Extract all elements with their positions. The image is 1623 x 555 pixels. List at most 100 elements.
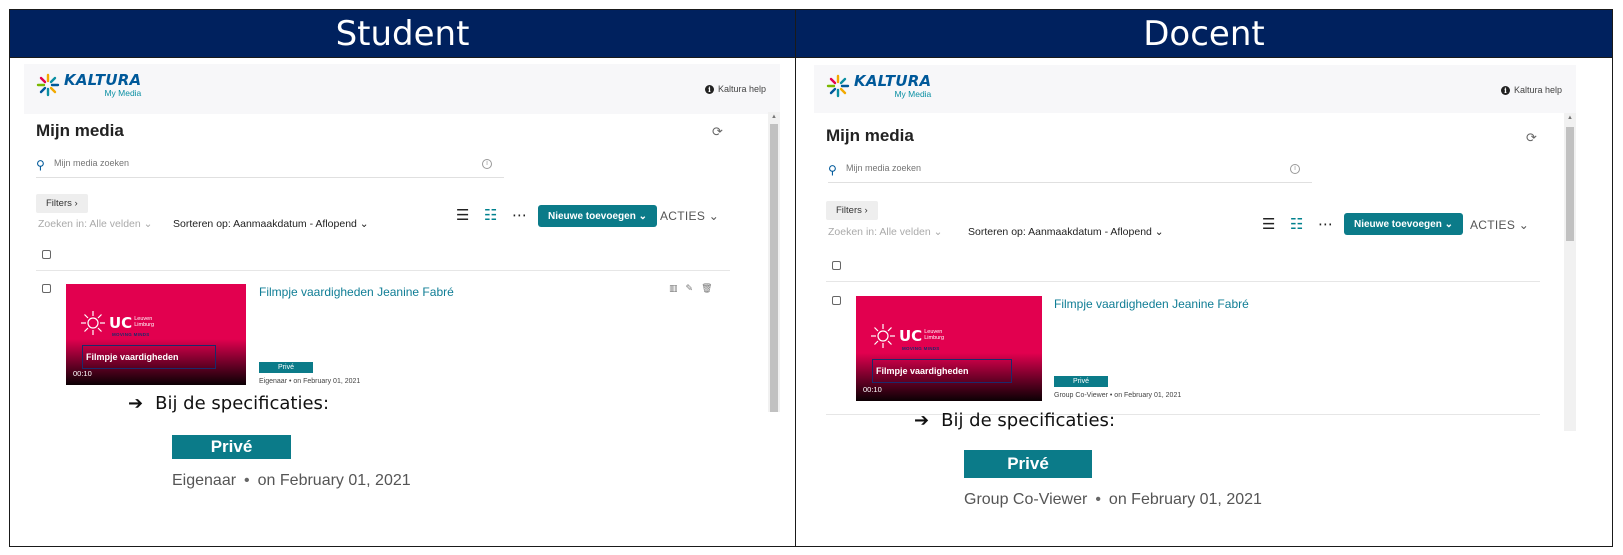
chevron-down-icon: ⌄ (638, 210, 647, 222)
nieuwe-toevoegen-button[interactable]: Nieuwe toevoegen ⌄ (538, 205, 657, 227)
select-all-checkbox[interactable] (42, 250, 51, 259)
sorteren-dropdown[interactable]: Sorteren op: Aanmaakdatum - Aflopend ⌄ (173, 218, 369, 230)
zoeken-in-dropdown[interactable]: Zoeken in: Alle velden ⌄ (38, 218, 152, 230)
spec-label: Bij de specificaties: (155, 393, 330, 414)
chevron-down-icon: ⌄ (1444, 218, 1453, 230)
select-all-checkbox[interactable] (832, 261, 841, 270)
info-icon: i (704, 84, 714, 94)
help-label: Kaltura help (717, 84, 766, 94)
kaltura-help-link[interactable]: i Kaltura help (704, 84, 766, 94)
nieuwe-toevoegen-button[interactable]: Nieuwe toevoegen ⌄ (1344, 213, 1463, 235)
top-bar: KALTURA My Media i Kaltura help (814, 65, 1576, 113)
entry-meta: Group Co-Viewer • on February 01, 2021 (1054, 392, 1182, 399)
filters-button[interactable]: Filters › (36, 194, 88, 213)
search-bar: ⚲ i (828, 161, 1312, 183)
list-view-icon[interactable]: ☰ (1262, 215, 1275, 233)
filters-button[interactable]: Filters › (826, 201, 878, 220)
search-input[interactable] (54, 158, 354, 168)
scrollbar[interactable]: ▲ (1564, 113, 1576, 431)
search-icon: ⚲ (828, 163, 837, 177)
entry-thumbnail[interactable]: UC Leuven Limburg MOVING MINDS Filmpje va… (66, 284, 246, 385)
entry-date: on February 01, 2021 (293, 378, 361, 385)
search-info-icon[interactable]: i (1290, 164, 1300, 174)
privacy-badge-large: Privé (964, 450, 1092, 478)
refresh-icon[interactable]: ⟳ (712, 125, 723, 140)
entry-title-link[interactable]: Filmpje vaardigheden Jeanine Fabré (259, 285, 454, 299)
thumb-title: Filmpje vaardigheden (872, 359, 1012, 383)
uc-mark: UC (109, 314, 133, 332)
page-title: Mijn media (36, 121, 124, 140)
spec-role: Eigenaar (172, 472, 237, 489)
grid-view-icon[interactable]: ⋯ (512, 206, 527, 224)
uc-sub2: Limburg (134, 322, 155, 328)
scrollbar-thumb[interactable] (770, 124, 778, 412)
search-info-icon[interactable]: i (482, 159, 492, 169)
chevron-down-icon: ⌄ (1154, 226, 1164, 238)
delete-icon[interactable]: 🗑 (701, 284, 720, 294)
filters-label: Filters (836, 205, 862, 216)
acties-dropdown[interactable]: ACTIES ⌄ (660, 209, 719, 223)
sorteren-label: Sorteren op: Aanmaakdatum - Aflopend (968, 226, 1152, 238)
detailed-view-icon[interactable]: ☷ (1290, 215, 1303, 233)
chevron-down-icon: ⌄ (933, 226, 943, 238)
spec-label: Bij de specificaties: (941, 410, 1116, 431)
kaltura-logo[interactable]: KALTURA My Media (36, 73, 141, 98)
info-icon: i (1500, 85, 1510, 95)
panel-header: Student (10, 10, 795, 58)
moving-minds: MOVING MINDS (902, 346, 940, 351)
spec-role: Group Co-Viewer (964, 491, 1088, 508)
panel-student: Student KALTURA My Media i Kaltura help … (10, 10, 796, 546)
row-actions: ▥✎🗑 (669, 284, 721, 294)
entry-role: Group Co-Viewer (1054, 392, 1108, 399)
duration: 00:10 (863, 385, 882, 394)
brand-name: KALTURA (854, 72, 932, 90)
kaltura-help-link[interactable]: i Kaltura help (1500, 85, 1562, 95)
nieuwe-label: Nieuwe toevoegen (548, 210, 636, 222)
scroll-up-icon[interactable]: ▲ (768, 112, 780, 122)
kaltura-screenshot: KALTURA My Media i Kaltura help ▲ Mijn m… (24, 64, 780, 412)
divider (826, 281, 1540, 282)
scrollbar[interactable]: ▲ (768, 112, 780, 412)
search-input[interactable] (846, 163, 1146, 173)
list-view-icon[interactable]: ☰ (456, 206, 469, 224)
sorteren-dropdown[interactable]: Sorteren op: Aanmaakdatum - Aflopend ⌄ (968, 226, 1164, 238)
spec-date: on February 01, 2021 (257, 472, 411, 489)
brand-subtitle: My Media (894, 89, 932, 99)
refresh-icon[interactable]: ⟳ (1526, 131, 1537, 146)
row-checkbox[interactable] (42, 284, 51, 293)
kaltura-logo[interactable]: KALTURA My Media (826, 74, 931, 99)
brand-subtitle: My Media (104, 88, 142, 98)
uc-sunburst-icon (871, 324, 895, 348)
uc-sub2: Limburg (924, 335, 945, 341)
acties-label: ACTIES (660, 209, 706, 223)
privacy-badge: Privé (1054, 376, 1108, 387)
panel-docent: Docent KALTURA My Media i Kaltura help ▲… (796, 10, 1612, 546)
uc-mark: UC (899, 327, 923, 345)
scrollbar-thumb[interactable] (1566, 127, 1574, 241)
acties-label: ACTIES (1470, 218, 1516, 232)
entry-title-link[interactable]: Filmpje vaardigheden Jeanine Fabré (1054, 297, 1249, 311)
page-title: Mijn media (826, 126, 914, 145)
zoeken-in-dropdown[interactable]: Zoeken in: Alle velden ⌄ (828, 226, 942, 238)
zoeken-label: Zoeken in: Alle velden (828, 226, 931, 238)
chevron-down-icon: ⌄ (143, 218, 153, 230)
chevron-down-icon: ⌄ (359, 218, 369, 230)
edit-icon[interactable]: ✎ (686, 284, 702, 294)
kaltura-logo-icon (826, 74, 850, 98)
brand-name: KALTURA (64, 71, 142, 89)
panel-header: Docent (796, 10, 1612, 58)
detailed-view-icon[interactable]: ☷ (484, 206, 497, 224)
privacy-badge-large: Privé (172, 435, 291, 459)
acties-dropdown[interactable]: ACTIES ⌄ (1470, 218, 1529, 232)
kaltura-screenshot: KALTURA My Media i Kaltura help ▲ Mijn m… (814, 65, 1576, 431)
grid-view-icon[interactable]: ⋯ (1318, 215, 1333, 233)
comparison-frame: Student KALTURA My Media i Kaltura help … (9, 9, 1613, 547)
scroll-up-icon[interactable]: ▲ (1564, 113, 1576, 123)
zoeken-label: Zoeken in: Alle velden (38, 218, 141, 230)
row-checkbox[interactable] (832, 296, 841, 305)
chevron-down-icon: ⌄ (708, 209, 720, 223)
top-bar: KALTURA My Media i Kaltura help (24, 64, 780, 114)
entry-thumbnail[interactable]: UC Leuven Limburg MOVING MINDS Filmpje va… (856, 296, 1042, 401)
uc-sunburst-icon (81, 311, 105, 335)
analytics-icon[interactable]: ▥ (669, 284, 686, 294)
